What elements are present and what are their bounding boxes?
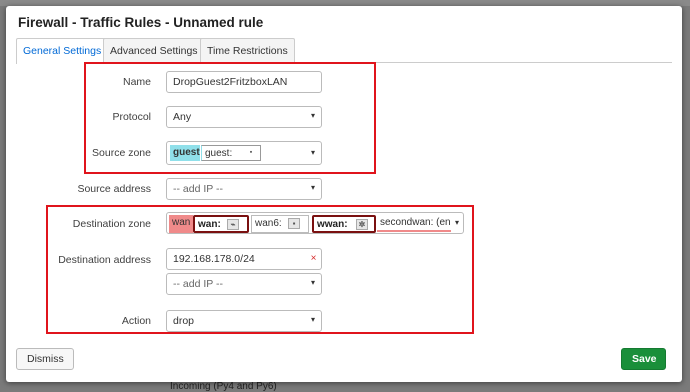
zone-color-underline — [377, 230, 451, 232]
chevron-down-icon: ▾ — [310, 148, 315, 157]
chevron-down-icon: ▾ — [310, 278, 315, 287]
destination-zone-label: Destination zone — [72, 218, 151, 230]
zone-item-wwan[interactable]: wwan: ✲ — [312, 215, 376, 233]
zone-item-guest[interactable]: guest: ▪ — [201, 145, 261, 161]
ethernet-icon: ⌁ — [227, 219, 239, 230]
chevron-down-icon: ▾ — [454, 218, 459, 227]
chevron-down-icon: ▾ — [310, 315, 315, 324]
source-address-placeholder: -- add IP -- — [173, 183, 223, 195]
remove-address-button[interactable]: × — [306, 248, 322, 270]
protocol-label: Protocol — [112, 111, 151, 123]
chevron-down-icon: ▾ — [310, 111, 315, 120]
name-label: Name — [122, 76, 151, 88]
tab-time-restrictions[interactable]: Time Restrictions — [200, 38, 295, 63]
source-zone-label: Source zone — [92, 147, 151, 159]
device-icon: ▪ — [249, 149, 253, 156]
chevron-down-icon: ▾ — [310, 183, 315, 192]
protocol-value: Any — [173, 111, 192, 123]
action-value: drop — [173, 315, 195, 327]
zone-tag-guest: guest — [170, 145, 200, 161]
tab-general-settings[interactable]: General Settings — [16, 38, 109, 64]
modal-title: Firewall - Traffic Rules - Unnamed rule — [18, 15, 264, 30]
source-zone-select[interactable]: guest guest: ▪ ▾ — [166, 141, 322, 165]
destination-zone-select[interactable]: wan wan: ⌁ wan6: ▪ wwan: ✲ secondwan: (e… — [166, 212, 464, 234]
zone-tag-wan: wan — [169, 215, 193, 233]
zone-item-wan6[interactable]: wan6: ▪ — [251, 215, 309, 233]
tab-advanced-settings[interactable]: Advanced Settings — [103, 38, 205, 63]
zone-item-wan[interactable]: wan: ⌁ — [193, 215, 249, 233]
source-address-label: Source address — [77, 183, 151, 195]
action-label: Action — [121, 315, 151, 327]
destination-address-label: Destination address — [58, 254, 151, 266]
destination-address-add-select[interactable]: -- add IP -- ▾ — [166, 273, 322, 295]
source-address-select[interactable]: -- add IP -- ▾ — [166, 178, 322, 200]
action-select[interactable]: drop ▾ — [166, 310, 322, 332]
wireless-icon: ✲ — [356, 219, 368, 230]
device-icon: ▪ — [288, 218, 300, 229]
background-bottom-text: Incoming (Py4 and Py6) — [170, 381, 277, 392]
protocol-select[interactable]: Any ▾ — [166, 106, 322, 128]
tab-bar: General Settings Advanced Settings Time … — [16, 37, 672, 64]
save-button[interactable]: Save — [621, 348, 666, 370]
destination-address-placeholder: -- add IP -- — [173, 278, 223, 290]
dismiss-button[interactable]: Dismiss — [16, 348, 74, 370]
destination-address-input[interactable]: 192.168.178.0/24 — [166, 248, 307, 270]
name-input[interactable]: DropGuest2FritzboxLAN — [166, 71, 322, 93]
